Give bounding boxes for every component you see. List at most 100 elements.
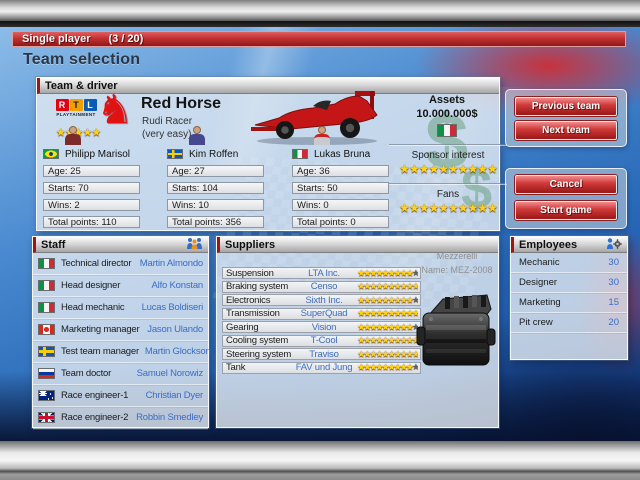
driver-age: Age: 27 bbox=[167, 165, 264, 177]
supplier-rating-stars: ★★★★★★★★★★ bbox=[356, 322, 418, 333]
driver-wins: Wins: 0 bbox=[292, 199, 389, 211]
assets-label: Assets bbox=[403, 94, 491, 106]
rtl-logo-caption: PLAYTAINMENT bbox=[53, 112, 99, 117]
supplier-part: Transmission bbox=[226, 308, 292, 319]
engine-info: Mezzerelli Name: MEZ-2008 bbox=[420, 251, 494, 275]
assets-block: Assets 10.000.000$ bbox=[403, 94, 491, 137]
window-top-frame bbox=[0, 0, 640, 21]
employee-type: Marketing bbox=[519, 297, 561, 308]
fans-block: Fans ★★★★★★★★★★ bbox=[381, 189, 515, 215]
staff-role: Team doctor bbox=[61, 368, 131, 379]
driver-starts: Starts: 50 bbox=[292, 182, 389, 194]
engine-brand: Mezzerelli bbox=[420, 251, 494, 261]
staff-header: Staff bbox=[33, 237, 208, 253]
country-flag-icon bbox=[38, 346, 55, 357]
staff-role: Race engineer-1 bbox=[61, 390, 140, 401]
country-flag-icon bbox=[38, 302, 55, 313]
supplier-company: Vision bbox=[292, 322, 356, 333]
driver-name: Kim Roffen bbox=[189, 149, 238, 160]
employee-count: 15 bbox=[608, 297, 619, 308]
previous-team-button[interactable]: Previous team bbox=[515, 97, 617, 116]
suppliers-panel: Suppliers Suspension LTA Inc. ★★★★★★★★★★… bbox=[216, 236, 499, 428]
cancel-button[interactable]: Cancel bbox=[515, 175, 617, 194]
country-flag-icon bbox=[38, 280, 55, 291]
driver-age: Age: 25 bbox=[43, 165, 140, 177]
confirm-button-panel: Cancel Start game bbox=[505, 168, 627, 229]
supplier-row: Tank FAV und Jung ★★★★★★★★★★ bbox=[222, 362, 421, 374]
employee-count: 30 bbox=[608, 257, 619, 268]
supplier-part: Suspension bbox=[226, 268, 292, 279]
supplier-rating-stars: ★★★★★★★★★★ bbox=[356, 281, 418, 292]
window-bottom-frame bbox=[0, 441, 640, 480]
staff-row: Race engineer-1 Christian Dyer bbox=[33, 385, 208, 407]
supplier-part: Gearing bbox=[226, 322, 292, 333]
supplier-row: Gearing Vision ★★★★★★★★★★ bbox=[222, 321, 421, 333]
staff-row: Team doctor Samuel Norowiz bbox=[33, 363, 208, 385]
team-driver-panel: Team & driver $ $ R T L PLAYTAINMENT ★★★… bbox=[36, 77, 500, 231]
rtl-logo-letter: T bbox=[70, 99, 83, 111]
driver-country-flag-icon bbox=[43, 149, 59, 159]
staff-name: Martin Glockson bbox=[145, 346, 211, 357]
next-team-button[interactable]: Next team bbox=[515, 121, 617, 140]
country-flag-icon bbox=[38, 390, 55, 401]
employee-type: Pit crew bbox=[519, 317, 553, 328]
driver-portrait bbox=[312, 126, 332, 145]
staff-role: Test team manager bbox=[61, 346, 139, 357]
employees-panel: Employees Mechanic 30 Designer 30 Market… bbox=[510, 236, 628, 360]
sponsor-interest-stars: ★★★★★★★★★★ bbox=[381, 162, 515, 176]
supplier-rating-stars: ★★★★★★★★★★ bbox=[356, 362, 418, 373]
sponsor-interest-block: Sponsor interest ★★★★★★★★★★ bbox=[381, 150, 515, 176]
staff-name: Samuel Norowiz bbox=[137, 368, 203, 379]
people-icon bbox=[186, 237, 203, 252]
staff-row: Test team manager Martin Glockson bbox=[33, 341, 208, 363]
team-country-flag-icon bbox=[437, 124, 457, 137]
supplier-company: T-Cool bbox=[292, 335, 356, 346]
rtl-logo-letter: R bbox=[56, 99, 69, 111]
driver-portrait bbox=[187, 126, 207, 145]
driver-card: Lukas Bruna Age: 36 Starts: 50 Wins: 0 T… bbox=[292, 126, 392, 226]
supplier-part: Electronics bbox=[226, 295, 292, 306]
staff-row: Race engineer-2 Robbin Smedley bbox=[33, 407, 208, 429]
supplier-row: Transmission SuperQuad ★★★★★★★★★★ bbox=[222, 308, 421, 320]
staff-role: Race engineer-2 bbox=[61, 412, 130, 423]
staff-row: Marketing manager Jason Ulando bbox=[33, 319, 208, 341]
suppliers-list: Suspension LTA Inc. ★★★★★★★★★★ Braking s… bbox=[222, 267, 421, 375]
supplier-rating-stars: ★★★★★★★★★★ bbox=[356, 308, 418, 319]
supplier-company: Censo bbox=[292, 281, 356, 292]
rtl-playtainment-logo: R T L PLAYTAINMENT bbox=[53, 99, 99, 117]
employee-row: Marketing 15 bbox=[511, 293, 627, 313]
driver-total-points: Total points: 0 bbox=[292, 216, 389, 228]
staff-role: Technical director bbox=[61, 258, 134, 269]
supplier-row: Electronics Sixth Inc. ★★★★★★★★★★ bbox=[222, 294, 421, 306]
driver-wins: Wins: 2 bbox=[43, 199, 140, 211]
staff-row: Head mechanic Lucas Boldiseri bbox=[33, 297, 208, 319]
engine-image bbox=[415, 283, 497, 388]
start-game-button[interactable]: Start game bbox=[515, 201, 617, 220]
supplier-part: Cooling system bbox=[226, 335, 292, 346]
supplier-row: Steering system Traviso ★★★★★★★★★★ bbox=[222, 348, 421, 360]
titlebar-counter: (3 / 20) bbox=[108, 33, 143, 45]
employees-header-label: Employees bbox=[519, 239, 577, 251]
game-window: Single player (3 / 20) Team selection Te… bbox=[0, 0, 640, 480]
red-horse-logo-icon: ♞ bbox=[96, 90, 134, 130]
employees-icon bbox=[605, 237, 622, 252]
staff-name: Christian Dyer bbox=[146, 390, 203, 401]
staff-name: Alfo Konstan bbox=[152, 280, 203, 291]
sponsor-interest-label: Sponsor interest bbox=[381, 150, 515, 161]
supplier-company: SuperQuad bbox=[292, 308, 356, 319]
supplier-company: Traviso bbox=[292, 349, 356, 360]
employee-row: Pit crew 20 bbox=[511, 313, 627, 333]
driver-country-flag-icon bbox=[167, 149, 183, 159]
staff-role: Marketing manager bbox=[61, 324, 141, 335]
supplier-rating-stars: ★★★★★★★★★★ bbox=[356, 268, 418, 279]
employee-row: Designer 30 bbox=[511, 273, 627, 293]
staff-row: Technical director Martin Almondo bbox=[33, 253, 208, 275]
country-flag-icon bbox=[38, 324, 55, 335]
assets-value: 10.000.000$ bbox=[403, 108, 491, 120]
supplier-row: Suspension LTA Inc. ★★★★★★★★★★ bbox=[222, 267, 421, 279]
employee-type: Mechanic bbox=[519, 257, 560, 268]
supplier-company: Sixth Inc. bbox=[292, 295, 356, 306]
supplier-part: Braking system bbox=[226, 281, 292, 292]
driver-card: Philipp Marisol Age: 25 Starts: 70 Wins:… bbox=[43, 126, 143, 226]
supplier-rating-stars: ★★★★★★★★★★ bbox=[356, 335, 418, 346]
